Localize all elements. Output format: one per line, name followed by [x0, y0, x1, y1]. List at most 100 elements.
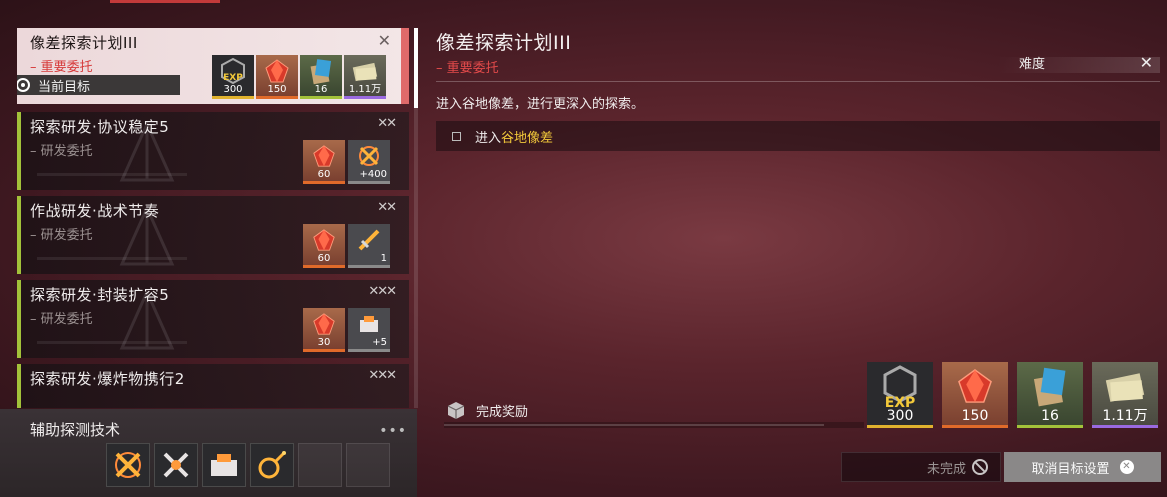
objective-location: 谷地像差: [501, 130, 554, 146]
reward-expcard-tile[interactable]: 16: [300, 55, 342, 99]
quest-title: 探索研发·协议稳定5: [30, 118, 170, 136]
aux-slot-empty[interactable]: [298, 443, 342, 487]
progress-stripe: [37, 341, 187, 344]
reward-qty: 300: [886, 408, 914, 424]
reward-qty: 300: [223, 84, 243, 95]
reward-package-tile[interactable]: +5: [348, 308, 390, 352]
protocol-icon: [115, 452, 141, 478]
bomb-icon: [258, 451, 286, 479]
quest-category: 研发委托: [30, 308, 93, 327]
quest-card[interactable]: 作战研发·战术节奏 研发委托 ✕✕ 60 1: [17, 196, 409, 274]
difficulty-label: 难度: [1019, 57, 1046, 72]
quest-list: 像差探索计划III 重要委托 ✕ 当前目标 EXP 300 150 16: [17, 28, 409, 408]
reward-crystal-tile[interactable]: 30: [303, 308, 345, 352]
reward-bar-fill: [444, 424, 824, 426]
reward-qty: 16: [314, 84, 328, 95]
reward-qty: 60: [317, 253, 331, 264]
difficulty-marks: ✕✕✕: [368, 284, 397, 299]
quest-category: 研发委托: [30, 140, 93, 159]
difficulty-marks: ✕✕: [377, 116, 397, 131]
reward-qty: +400: [359, 169, 387, 180]
reward-qty: +5: [372, 337, 387, 348]
red-crystal-icon: [942, 362, 1008, 410]
ban-icon: [972, 459, 988, 475]
detail-description: 进入谷地像差，进行更深入的探索。: [436, 97, 645, 112]
quest-list-scroll-thumb[interactable]: [414, 28, 418, 108]
difficulty-marks: ✕✕✕: [368, 368, 397, 383]
divider: [436, 81, 1160, 82]
reward-currency-tile[interactable]: 1.11万: [344, 55, 386, 99]
aux-slot-empty[interactable]: [346, 443, 390, 487]
exp-icon: EXP: [867, 362, 933, 410]
reward-qty: 16: [1041, 408, 1059, 424]
reward-qty: 1.11万: [348, 84, 382, 95]
quest-card[interactable]: 探索研发·爆炸物携行2 ✕✕✕: [17, 364, 409, 408]
quest-type-bar: [17, 196, 21, 274]
top-accent-bar: [110, 0, 220, 3]
target-circle-icon: [17, 78, 30, 92]
detail-category: 重要委托: [436, 57, 499, 76]
quest-type-bar: [17, 112, 21, 190]
reward-qty: 1: [380, 253, 387, 264]
aux-slot-bomb[interactable]: [250, 443, 294, 487]
svg-text:EXP: EXP: [223, 73, 243, 83]
cancel-target-label: 取消目标设置: [1031, 461, 1110, 477]
completion-status: 未完成: [841, 452, 1001, 482]
aux-slot-package[interactable]: [202, 443, 246, 487]
objective-checkbox: [452, 131, 461, 141]
detail-reward-currency[interactable]: 1.11万: [1092, 362, 1158, 428]
quest-card[interactable]: 探索研发·封装扩容5 研发委托 ✕✕✕ 30 +5: [17, 280, 409, 358]
detail-title: 像差探索计划III: [436, 32, 572, 54]
quest-title: 作战研发·战术节奏: [30, 202, 160, 220]
detail-reward-exp[interactable]: EXP 300: [867, 362, 933, 428]
active-indicator: [401, 28, 409, 104]
objective-row: 进入谷地像差: [436, 121, 1160, 151]
aux-title: 辅助探测技术: [30, 421, 121, 439]
progress-stripe: [37, 257, 187, 260]
quest-type-bar: [17, 364, 21, 408]
reward-qty: 150: [961, 408, 989, 424]
aux-detection-panel: 辅助探测技术 •••: [0, 409, 417, 497]
cancel-target-button[interactable]: 取消目标设置 ✕: [1004, 452, 1161, 482]
box-icon: [447, 402, 465, 419]
reward-tactic-tile[interactable]: 1: [348, 224, 390, 268]
quest-type-bar: [17, 280, 21, 358]
detail-reward-crystal[interactable]: 150: [942, 362, 1008, 428]
quest-category: 研发委托: [30, 224, 93, 243]
reward-label-group: 完成奖励: [446, 400, 528, 420]
aux-slot-protocol[interactable]: [106, 443, 150, 487]
difficulty-marks: ✕✕: [377, 200, 397, 215]
exp-card-icon: [1017, 362, 1083, 410]
quest-card-active[interactable]: 像差探索计划III 重要委托 ✕ 当前目标 EXP 300 150 16: [17, 28, 409, 104]
reward-label: 完成奖励: [476, 404, 529, 420]
quest-card[interactable]: 探索研发·协议稳定5 研发委托 ✕✕ 60 +400: [17, 112, 409, 190]
quest-title: 探索研发·爆炸物携行2: [30, 370, 185, 388]
quest-title: 探索研发·封装扩容5: [30, 286, 170, 304]
currency-icon: [1092, 362, 1158, 410]
status-label: 未完成: [926, 461, 966, 477]
cross-arrows-icon: [163, 452, 189, 478]
package-icon: [211, 454, 237, 476]
progress-stripe: [37, 173, 187, 176]
reward-crystal-tile[interactable]: 60: [303, 224, 345, 268]
reward-crystal-tile[interactable]: 150: [256, 55, 298, 99]
reward-exp-tile[interactable]: EXP 300: [212, 55, 254, 99]
close-circle-icon: ✕: [1119, 460, 1134, 474]
difficulty-marks: ✕: [1139, 53, 1154, 72]
objective-prefix: 进入: [475, 130, 502, 146]
current-target-tag: 当前目标: [17, 75, 180, 95]
reward-qty: 30: [317, 337, 331, 348]
reward-qty: 60: [317, 169, 331, 180]
aux-slot-cross[interactable]: [154, 443, 198, 487]
reward-protocol-tile[interactable]: +400: [348, 140, 390, 184]
close-icon[interactable]: ✕: [378, 31, 391, 50]
reward-qty: 150: [267, 84, 287, 95]
more-options-icon[interactable]: •••: [379, 423, 407, 439]
reward-qty: 1.11万: [1102, 408, 1148, 424]
difficulty-indicator: 难度 ✕: [997, 53, 1160, 73]
objective-text: 进入谷地像差: [475, 127, 553, 146]
detail-reward-expcard[interactable]: 16: [1017, 362, 1083, 428]
quest-title: 像差探索计划III: [30, 34, 138, 52]
current-target-label: 当前目标: [38, 79, 91, 95]
reward-crystal-tile[interactable]: 60: [303, 140, 345, 184]
